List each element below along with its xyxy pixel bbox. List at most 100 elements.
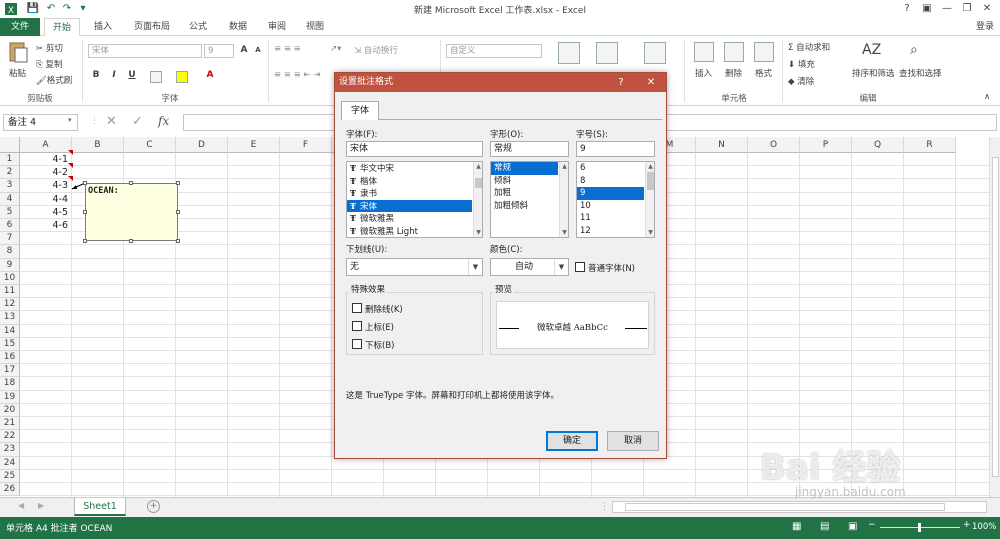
size-list-scroll-thumb[interactable] (647, 172, 654, 190)
scroll-up-icon[interactable]: ▲ (474, 162, 482, 171)
copy-button[interactable]: ⎘ 复制 (36, 58, 63, 70)
align-left-icon[interactable]: ≡ ≡ ≡ ⇤ ⇥ (274, 70, 320, 80)
restore-button[interactable]: ❐ (958, 1, 976, 17)
size-list-item[interactable]: 10 (577, 200, 644, 213)
cell-a6[interactable]: 4-6 (20, 219, 68, 232)
size-list-item[interactable]: 12 (577, 225, 644, 238)
column-header-d[interactable]: D (176, 137, 228, 153)
row-header-8[interactable]: 8 (0, 245, 20, 259)
underline-button[interactable]: U (126, 70, 138, 80)
cell-a5[interactable]: 4-5 (20, 206, 68, 219)
border-icon[interactable] (150, 71, 162, 83)
paste-button[interactable]: 粘贴 (9, 67, 26, 79)
row-header-17[interactable]: 17 (0, 364, 20, 378)
row-header-6[interactable]: 6 (0, 219, 20, 233)
column-header-o[interactable]: O (748, 137, 800, 153)
cell-a3[interactable]: 4-3 (20, 179, 68, 192)
row-header-16[interactable]: 16 (0, 351, 20, 365)
size-list-item[interactable]: 8 (577, 175, 644, 188)
fill-color-icon[interactable] (176, 71, 188, 83)
resize-handle[interactable] (83, 239, 87, 243)
color-combo[interactable]: 自动 ▼ (490, 258, 569, 276)
autosum-button[interactable]: Σ 自动求和 (788, 41, 830, 53)
column-header-a[interactable]: A (20, 137, 72, 153)
align-top-icon[interactable]: ≡ ≡ ≡ (274, 44, 301, 54)
font-name-combo[interactable]: 宋体 (88, 44, 202, 58)
resize-handle[interactable] (176, 239, 180, 243)
cell-a2[interactable]: 4-2 (20, 166, 68, 179)
cancel-entry-icon[interactable]: ✕ (106, 114, 117, 129)
insert-function-button[interactable]: fx (158, 114, 169, 128)
row-header-20[interactable]: 20 (0, 403, 20, 417)
font-name-list[interactable]: Ŧ 华文中宋 Ŧ 楷体 Ŧ 隶书 Ŧ 宋体 Ŧ 微软雅黑 Ŧ 微软雅黑 Light ▲ ▼ (346, 161, 483, 238)
scroll-down-icon[interactable]: ▼ (560, 228, 568, 237)
underline-combo[interactable]: 无 ▼ (346, 258, 483, 276)
style-list-item[interactable]: 常规 (491, 162, 558, 175)
row-header-7[interactable]: 7 (0, 232, 20, 246)
next-sheet-icon[interactable]: ▶ (38, 501, 44, 510)
column-header-r[interactable]: R (904, 137, 956, 153)
format-cells-button[interactable]: 格式 (755, 67, 772, 79)
zoom-in-icon[interactable]: + (963, 520, 971, 530)
row-header-13[interactable]: 13 (0, 311, 20, 325)
row-header-2[interactable]: 2 (0, 166, 20, 180)
dialog-help-button[interactable]: ? (611, 73, 631, 92)
resize-handle[interactable] (176, 210, 180, 214)
font-size-combo[interactable]: 9 (204, 44, 234, 58)
row-header-4[interactable]: 4 (0, 192, 20, 206)
number-format-combo[interactable]: 自定义 (446, 44, 542, 58)
paste-icon[interactable] (6, 40, 30, 64)
tab-review[interactable]: 审阅 (260, 18, 294, 36)
vertical-scroll-thumb[interactable] (992, 157, 999, 477)
row-header-5[interactable]: 5 (0, 205, 20, 219)
tab-data[interactable]: 数据 (221, 18, 255, 36)
size-list-scrollbar[interactable]: ▲ ▼ (645, 162, 654, 237)
size-input[interactable]: 9 (576, 141, 655, 157)
fill-button[interactable]: ⬇ 填充 (788, 58, 815, 70)
login-link[interactable]: 登录 (976, 18, 994, 36)
resize-handle[interactable] (176, 181, 180, 185)
name-box[interactable]: 备注 4 (3, 114, 78, 131)
row-header-22[interactable]: 22 (0, 430, 20, 444)
clear-button[interactable]: ◆ 清除 (788, 75, 814, 87)
size-list[interactable]: 6 8 9 10 11 12 ▲ ▼ (576, 161, 655, 238)
row-header-26[interactable]: 26 (0, 483, 20, 497)
grow-font-icon[interactable]: A (238, 45, 250, 55)
row-header-9[interactable]: 9 (0, 258, 20, 272)
row-header-14[interactable]: 14 (0, 324, 20, 338)
row-header-12[interactable]: 12 (0, 298, 20, 312)
close-button[interactable]: ✕ (978, 1, 996, 17)
cut-button[interactable]: ✂ 剪切 (36, 42, 63, 54)
font-name-input[interactable]: 宋体 (346, 141, 483, 157)
page-layout-view-icon[interactable]: ▤ (820, 521, 829, 532)
style-list-item[interactable]: 倾斜 (491, 175, 558, 188)
find-select-icon[interactable]: ⌕ (910, 42, 918, 58)
bold-button[interactable]: B (90, 70, 102, 80)
column-header-b[interactable]: B (72, 137, 124, 153)
scroll-up-icon[interactable]: ▲ (560, 162, 568, 171)
font-list-scroll-thumb[interactable] (475, 178, 482, 188)
orientation-icon[interactable]: ↗▾ (330, 44, 341, 54)
delete-cells-icon[interactable] (724, 42, 744, 62)
shrink-font-icon[interactable]: A (252, 46, 264, 54)
chevron-down-icon[interactable]: ▼ (554, 259, 568, 275)
row-header-23[interactable]: 23 (0, 443, 20, 457)
chevron-down-icon[interactable]: ▼ (468, 259, 482, 275)
font-list-item[interactable]: Ŧ 微软雅黑 (347, 212, 472, 225)
select-all-corner[interactable] (0, 137, 20, 153)
tab-font[interactable]: 字体 (341, 101, 379, 120)
size-list-item[interactable]: 11 (577, 212, 644, 225)
scroll-down-icon[interactable]: ▼ (646, 228, 654, 237)
cell-a1[interactable]: 4-1 (20, 153, 68, 166)
font-list-item[interactable]: Ŧ 微软雅黑 Light (347, 225, 472, 238)
column-header-n[interactable]: N (696, 137, 748, 153)
ok-button[interactable]: 确定 (546, 431, 598, 451)
row-header-18[interactable]: 18 (0, 377, 20, 391)
tab-page-layout[interactable]: 页面布局 (126, 18, 178, 36)
font-list-item[interactable]: Ŧ 楷体 (347, 175, 472, 188)
horizontal-scrollbar[interactable] (612, 501, 987, 513)
font-list-item[interactable]: Ŧ 宋体 (347, 199, 472, 212)
resize-handle[interactable] (129, 181, 133, 185)
tab-file[interactable]: 文件 (0, 18, 40, 36)
resize-handle[interactable] (83, 210, 87, 214)
